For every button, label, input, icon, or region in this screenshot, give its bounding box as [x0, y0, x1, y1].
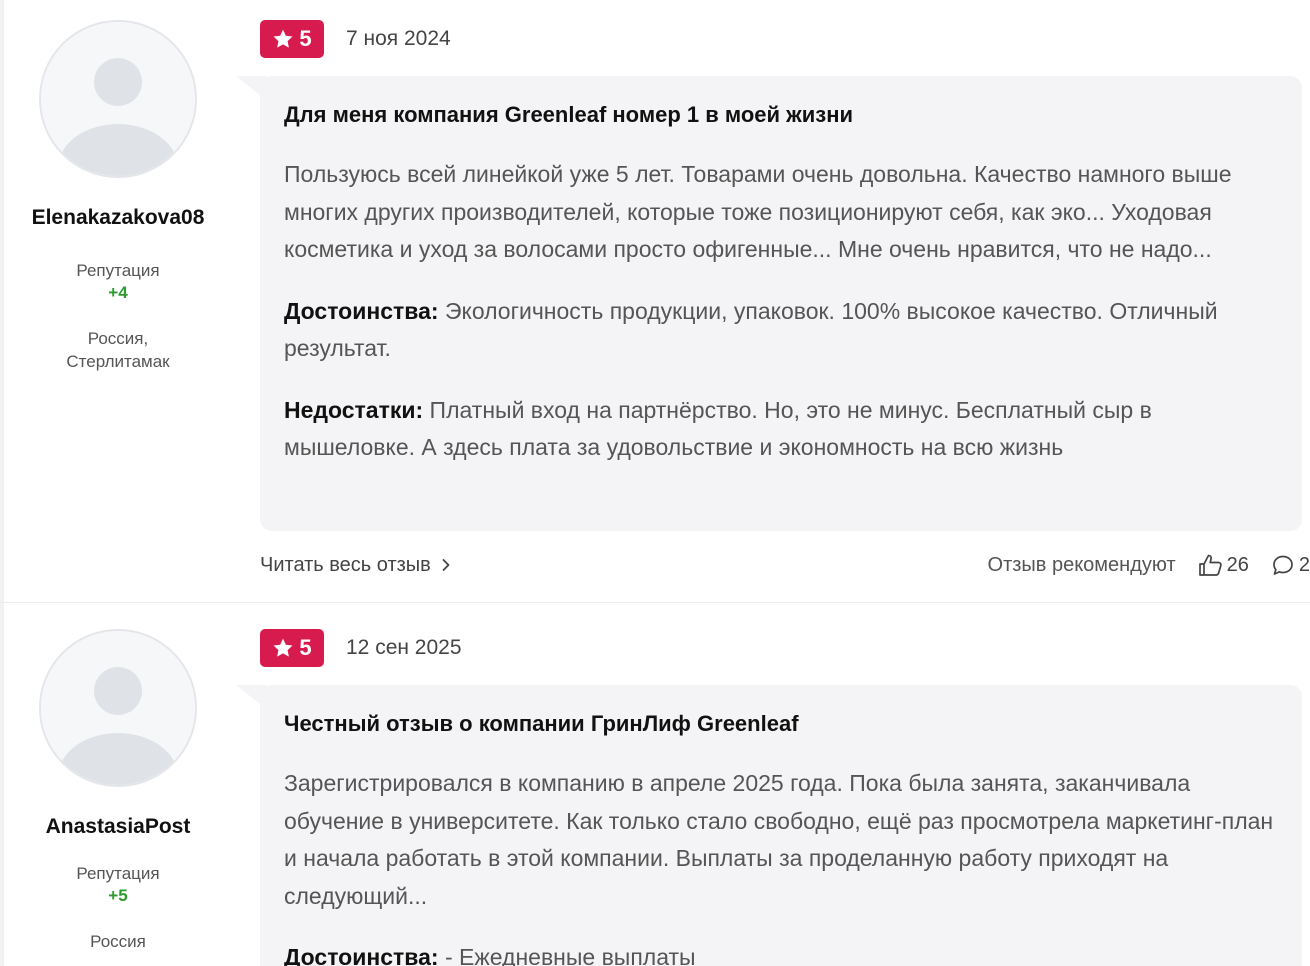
review-card[interactable]: Для меня компания Greenleaf номер 1 в мо… — [260, 76, 1302, 531]
read-more-link[interactable]: Читать весь отзыв — [260, 554, 451, 577]
review-author: AnastasiaPost Репутация +5 Россия — [20, 629, 216, 953]
username[interactable]: Elenakazakova08 — [20, 204, 216, 231]
rating-badge: 5 — [260, 20, 324, 58]
comments-button[interactable]: 2 — [1271, 553, 1310, 577]
review-text: Пользуюсь всей линейкой уже 5 лет. Товар… — [284, 161, 1232, 262]
review-text: Зарегистрировался в компанию в апреле 20… — [284, 770, 1274, 909]
star-icon — [273, 29, 293, 48]
like-button[interactable]: 26 — [1198, 553, 1249, 577]
avatar-placeholder-icon — [41, 22, 195, 176]
star-icon — [273, 638, 293, 657]
location-country: Россия, — [87, 329, 149, 348]
recommend-label: Отзыв рекомендуют — [987, 553, 1176, 576]
author-location: Россия — [20, 930, 216, 953]
review-footer: Читать весь отзыв Отзыв рекомендуют 26 2 — [260, 550, 1310, 580]
review-pros: Достоинства: - Ежедневные выплаты — [284, 939, 1278, 966]
review-item: AnastasiaPost Репутация +5 Россия 5 12 с… — [0, 602, 1310, 966]
like-count: 26 — [1226, 553, 1249, 576]
reputation-label: Репутация — [76, 261, 160, 280]
review-cons: Недостатки: Платный вход на партнёрство.… — [284, 392, 1278, 467]
reviews-page: Elenakazakova08 Репутация +4 Россия, Сте… — [0, 0, 1310, 966]
review-meta: 5 7 ноя 2024 — [260, 20, 451, 58]
pros-text: - Ежедневные выплаты — [438, 944, 696, 966]
review-title[interactable]: Честный отзыв о компании ГринЛиф Greenle… — [284, 709, 1278, 739]
username[interactable]: AnastasiaPost — [20, 813, 216, 840]
avatar[interactable] — [39, 20, 197, 178]
location-city: Стерлитамак — [66, 352, 170, 371]
location-country: Россия — [90, 932, 146, 951]
reputation-value: +5 — [108, 886, 128, 905]
rating-badge: 5 — [260, 629, 324, 667]
comment-icon — [1273, 555, 1293, 575]
review-meta: 5 12 сен 2025 — [260, 629, 462, 667]
pros-label: Достоинства: — [284, 944, 439, 966]
review-card[interactable]: Честный отзыв о компании ГринЛиф Greenle… — [260, 685, 1302, 966]
review-item: Elenakazakova08 Репутация +4 Россия, Сте… — [0, 0, 1310, 602]
reputation-value: +4 — [108, 283, 128, 302]
comment-count: 2 — [1298, 553, 1310, 576]
review-author: Elenakazakova08 Репутация +4 Россия, Сте… — [20, 20, 216, 373]
rating-value: 5 — [299, 635, 312, 660]
thumbs-up-icon — [1198, 554, 1222, 576]
chevron-right-icon — [442, 559, 450, 571]
avatar-placeholder-icon — [41, 631, 195, 785]
reputation-label: Репутация — [76, 864, 160, 883]
author-location: Россия, Стерлитамак — [20, 327, 216, 373]
pros-label: Достоинства: — [284, 297, 439, 324]
review-date: 7 ноя 2024 — [346, 27, 451, 50]
review-title[interactable]: Для меня компания Greenleaf номер 1 в мо… — [284, 100, 1278, 130]
cons-label: Недостатки: — [284, 396, 424, 423]
rating-value: 5 — [299, 26, 312, 51]
avatar[interactable] — [39, 629, 197, 787]
review-pros: Достоинства: Экологичность продукции, уп… — [284, 293, 1278, 368]
read-more-label: Читать весь отзыв — [260, 553, 431, 576]
review-date: 12 сен 2025 — [346, 636, 462, 659]
